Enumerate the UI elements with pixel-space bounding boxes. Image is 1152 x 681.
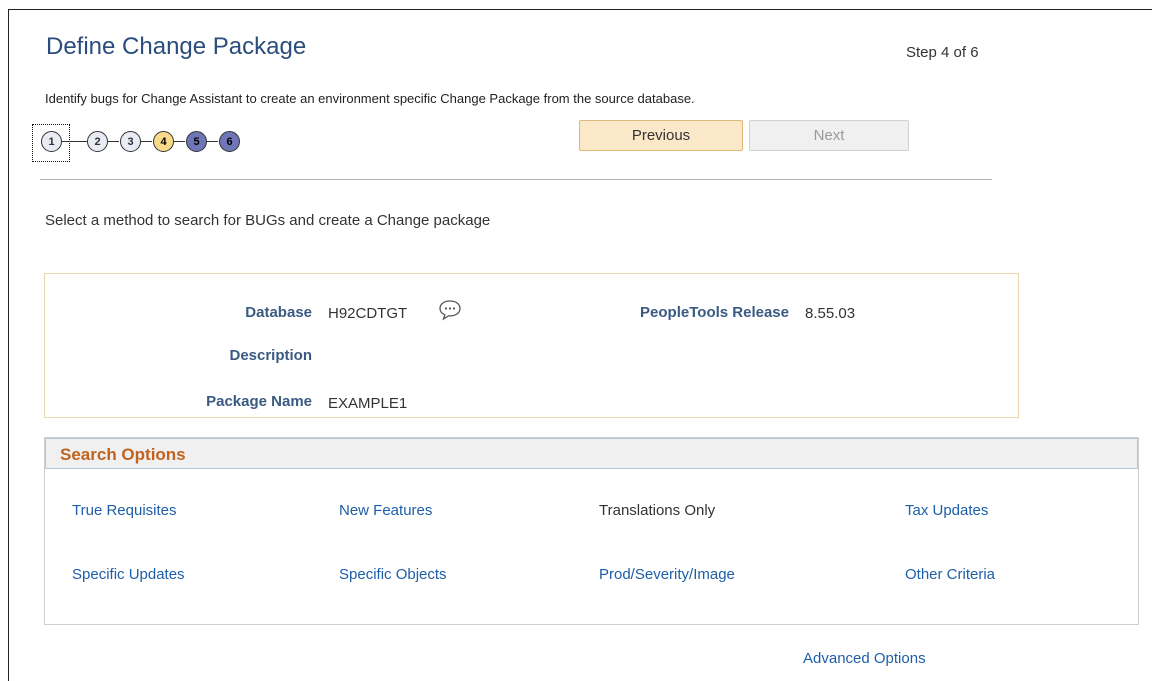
specific-updates-link[interactable]: Specific Updates bbox=[72, 566, 185, 583]
prod-severity-image-link[interactable]: Prod/Severity/Image bbox=[599, 566, 735, 583]
train-connector bbox=[62, 141, 90, 142]
package-name-label: Package Name bbox=[206, 393, 312, 410]
train-connector bbox=[141, 141, 152, 142]
tools-release-label: PeopleTools Release bbox=[640, 304, 789, 321]
step-indicator: Step 4 of 6 bbox=[906, 44, 979, 61]
step-train: 1 2 3 4 5 6 bbox=[30, 123, 290, 173]
new-features-link[interactable]: New Features bbox=[339, 502, 432, 519]
description-label: Description bbox=[229, 347, 312, 364]
specific-objects-link[interactable]: Specific Objects bbox=[339, 566, 447, 583]
package-name-value: EXAMPLE1 bbox=[328, 395, 408, 412]
train-connector bbox=[107, 141, 119, 142]
step-4[interactable]: 4 bbox=[153, 131, 174, 152]
page-title: Define Change Package bbox=[46, 33, 307, 60]
other-criteria-link[interactable]: Other Criteria bbox=[905, 566, 995, 583]
search-options-title: Search Options bbox=[60, 445, 186, 464]
search-options-section: Search Options bbox=[44, 437, 1139, 625]
step-6[interactable]: 6 bbox=[219, 131, 240, 152]
translations-only-text: Translations Only bbox=[599, 502, 716, 519]
step-5[interactable]: 5 bbox=[186, 131, 207, 152]
step-1[interactable]: 1 bbox=[41, 131, 62, 152]
step-2[interactable]: 2 bbox=[87, 131, 108, 152]
train-connector bbox=[174, 141, 185, 142]
search-options-header: Search Options bbox=[45, 438, 1138, 469]
step-3[interactable]: 3 bbox=[120, 131, 141, 152]
related-content-icon[interactable] bbox=[438, 299, 462, 321]
previous-button[interactable]: Previous bbox=[579, 120, 743, 151]
database-label: Database bbox=[245, 304, 312, 321]
true-requisites-link[interactable]: True Requisites bbox=[72, 502, 177, 519]
database-value: H92CDTGT bbox=[328, 305, 408, 322]
advanced-options-link[interactable]: Advanced Options bbox=[803, 650, 926, 667]
train-connector bbox=[207, 141, 218, 142]
divider bbox=[40, 179, 992, 180]
tax-updates-link[interactable]: Tax Updates bbox=[905, 502, 988, 519]
instructions-text: Identify bugs for Change Assistant to cr… bbox=[45, 91, 695, 106]
method-instructions: Select a method to search for BUGs and c… bbox=[45, 212, 491, 229]
next-button: Next bbox=[749, 120, 909, 151]
tools-release-value: 8.55.03 bbox=[805, 305, 856, 322]
